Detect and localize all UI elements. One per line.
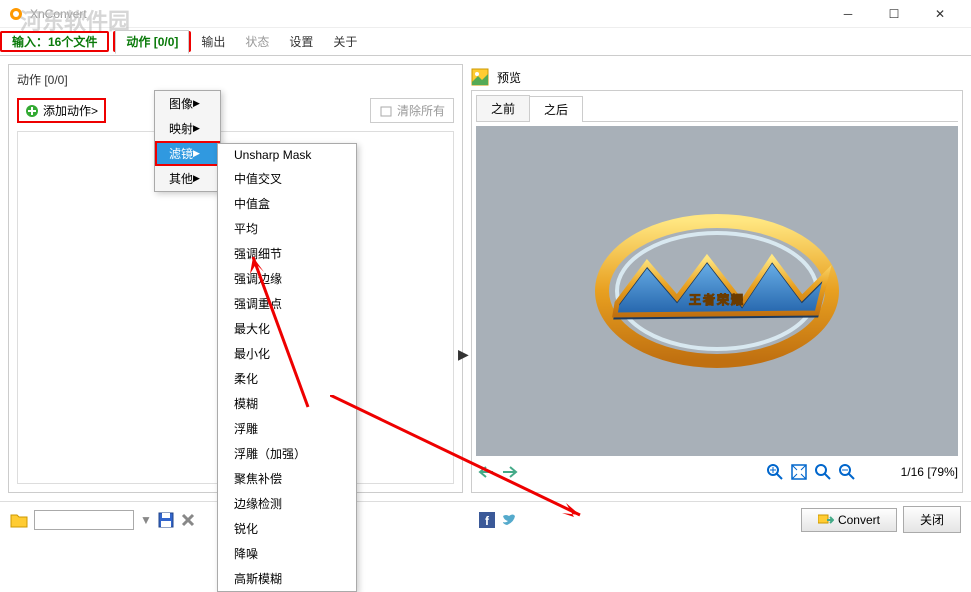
tab-output[interactable]: 输出 — [191, 29, 235, 54]
zoom-out-icon[interactable] — [837, 462, 857, 482]
filter-item[interactable]: Unsharp Mask — [218, 144, 356, 166]
svg-text:王者荣耀: 王者荣耀 — [689, 292, 745, 307]
filter-item[interactable]: 中值盒 — [218, 191, 356, 216]
twitter-icon[interactable] — [501, 512, 517, 528]
convert-label: Convert — [838, 513, 880, 527]
preview-image: 王者荣耀 — [476, 126, 958, 456]
menu-item-other[interactable]: 其他▶ — [155, 166, 220, 191]
preview-panel: 预览 之前 之后 王者荣耀 — [471, 64, 963, 493]
filter-item[interactable]: 锐化 — [218, 516, 356, 541]
minimize-button[interactable]: ─ — [825, 0, 871, 28]
tab-action[interactable]: 动作 [0/0] — [115, 30, 189, 54]
window-title: XnConvert — [30, 7, 825, 21]
preview-status: 1/16 [79%] — [901, 465, 958, 479]
tab-input[interactable]: 输入：16个文件 — [2, 31, 107, 53]
filter-item[interactable]: 柔化 — [218, 366, 356, 391]
preview-tab-before[interactable]: 之前 — [476, 95, 530, 121]
open-folder-icon[interactable] — [10, 512, 28, 528]
preset-dropdown[interactable] — [34, 510, 134, 530]
tab-status[interactable]: 状态 — [235, 29, 279, 54]
footer: ▼ f Convert 关闭 — [0, 501, 971, 537]
menu-item-image[interactable]: 图像▶ — [155, 91, 220, 116]
filter-item[interactable]: 强调细节 — [218, 241, 356, 266]
preview-label: 预览 — [497, 69, 521, 86]
menu-item-filter[interactable]: 滤镜▶ — [155, 141, 220, 166]
filter-item[interactable]: 最小化 — [218, 341, 356, 366]
clear-all-label: 清除所有 — [397, 102, 445, 119]
filter-item[interactable]: 平均 — [218, 216, 356, 241]
maximize-button[interactable]: ☐ — [871, 0, 917, 28]
action-category-menu: 图像▶ 映射▶ 滤镜▶ 其他▶ — [154, 90, 221, 192]
filter-item[interactable]: 强调重点 — [218, 291, 356, 316]
delete-icon[interactable] — [180, 512, 196, 528]
add-action-button[interactable]: 添加动作> — [17, 98, 106, 123]
filter-item[interactable]: 浮雕 — [218, 416, 356, 441]
save-icon[interactable] — [158, 512, 174, 528]
close-button[interactable]: 关闭 — [903, 506, 961, 533]
filter-item[interactable]: 高斯模糊 — [218, 566, 356, 591]
actions-header: 动作 [0/0] — [9, 65, 462, 94]
add-action-label: 添加动作> — [43, 102, 98, 119]
facebook-icon[interactable]: f — [479, 512, 495, 528]
zoom-in-icon[interactable] — [765, 462, 785, 482]
filter-item[interactable]: 聚焦补偿 — [218, 466, 356, 491]
filter-item[interactable]: 最大化 — [218, 316, 356, 341]
filter-item[interactable]: 模糊 — [218, 391, 356, 416]
clear-all-button[interactable]: 清除所有 — [370, 98, 454, 123]
zoom-fit-icon[interactable] — [789, 462, 809, 482]
preview-tab-after[interactable]: 之后 — [529, 96, 583, 122]
filter-item[interactable]: 降噪 — [218, 541, 356, 566]
filter-item[interactable]: 中值交叉 — [218, 166, 356, 191]
close-window-button[interactable]: ✕ — [917, 0, 963, 28]
expand-arrow-icon[interactable]: ▶ — [458, 346, 469, 363]
filter-item[interactable]: 强调边缘 — [218, 266, 356, 291]
menu-item-map[interactable]: 映射▶ — [155, 116, 220, 141]
filter-item[interactable]: 边缘检测 — [218, 491, 356, 516]
tab-settings[interactable]: 设置 — [279, 29, 323, 54]
filter-submenu: Unsharp Mask 中值交叉 中值盒 平均 强调细节 强调边缘 强调重点 … — [217, 143, 357, 592]
zoom-actual-icon[interactable] — [813, 462, 833, 482]
convert-button[interactable]: Convert — [801, 508, 897, 532]
app-icon — [8, 6, 24, 22]
nav-prev-icon[interactable] — [476, 462, 496, 482]
filter-item[interactable]: 浮雕（加强） — [218, 441, 356, 466]
titlebar: XnConvert ─ ☐ ✕ — [0, 0, 971, 28]
nav-next-icon[interactable] — [500, 462, 520, 482]
tab-about[interactable]: 关于 — [323, 29, 367, 54]
preview-icon — [471, 68, 489, 86]
main-tabs: 输入：16个文件 动作 [0/0] 输出 状态 设置 关于 — [0, 28, 971, 56]
